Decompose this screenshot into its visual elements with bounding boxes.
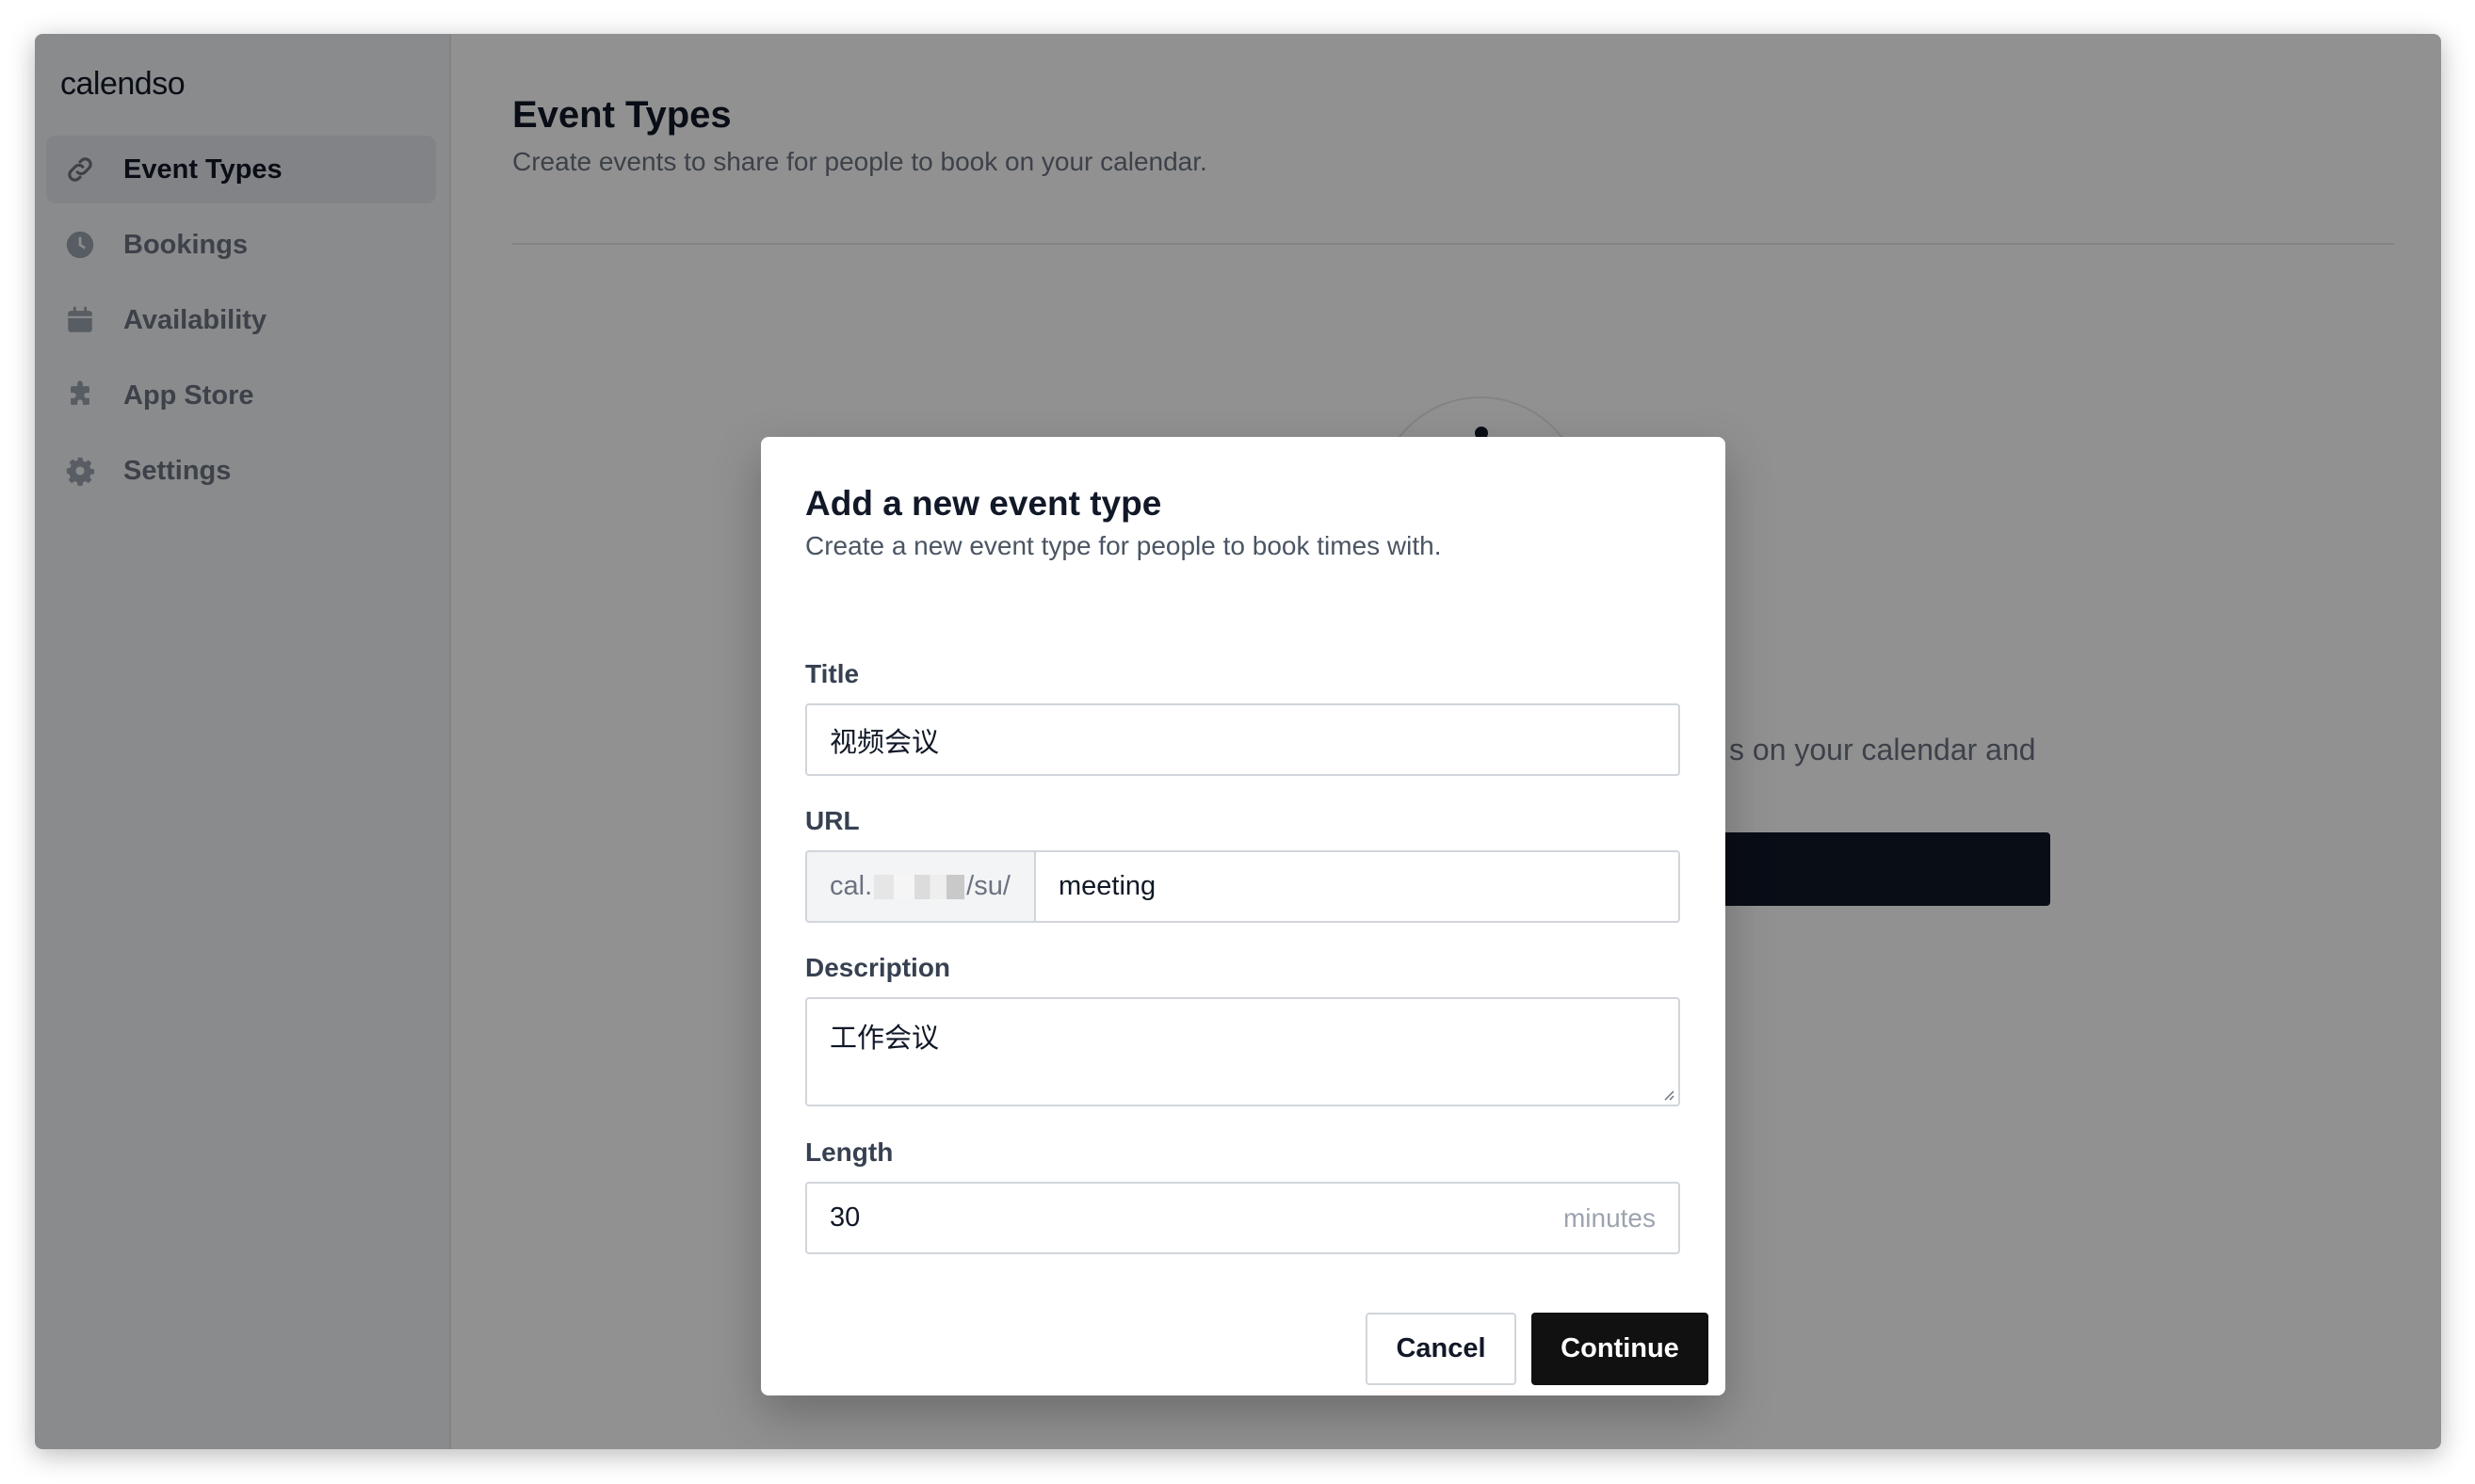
url-prefix: cal. /su/ xyxy=(805,850,1034,923)
resize-handle-icon[interactable] xyxy=(1659,1086,1674,1101)
length-label: Length xyxy=(805,1137,894,1167)
title-input[interactable]: 视频会议 xyxy=(805,703,1680,776)
length-input[interactable]: 30 minutes xyxy=(805,1182,1680,1254)
length-value: 30 xyxy=(830,1202,861,1233)
url-prefix-start: cal. xyxy=(830,871,873,901)
title-input-value: 视频会议 xyxy=(830,727,940,758)
dialog-subtitle: Create a new event type for people to bo… xyxy=(805,531,1442,560)
url-prefix-end: /su/ xyxy=(966,871,1011,901)
dialog-title: Add a new event type xyxy=(805,484,1162,523)
cancel-button[interactable]: Cancel xyxy=(1366,1313,1516,1385)
add-event-type-dialog: Add a new event type Create a new event … xyxy=(761,437,1725,1395)
length-unit: minutes xyxy=(1562,1202,1656,1233)
app-window: calendso Event Types Bookings Availabili… xyxy=(35,34,2441,1449)
url-label: URL xyxy=(805,806,860,835)
description-label: Description xyxy=(805,953,951,982)
url-slug-input[interactable]: meeting xyxy=(1034,850,1680,923)
redacted-domain xyxy=(874,874,965,899)
continue-button[interactable]: Continue xyxy=(1531,1313,1708,1385)
title-label: Title xyxy=(805,659,860,688)
url-slug-value: meeting xyxy=(1059,871,1157,901)
description-textarea[interactable]: 工作会议 xyxy=(805,997,1680,1106)
description-value: 工作会议 xyxy=(830,1024,940,1054)
